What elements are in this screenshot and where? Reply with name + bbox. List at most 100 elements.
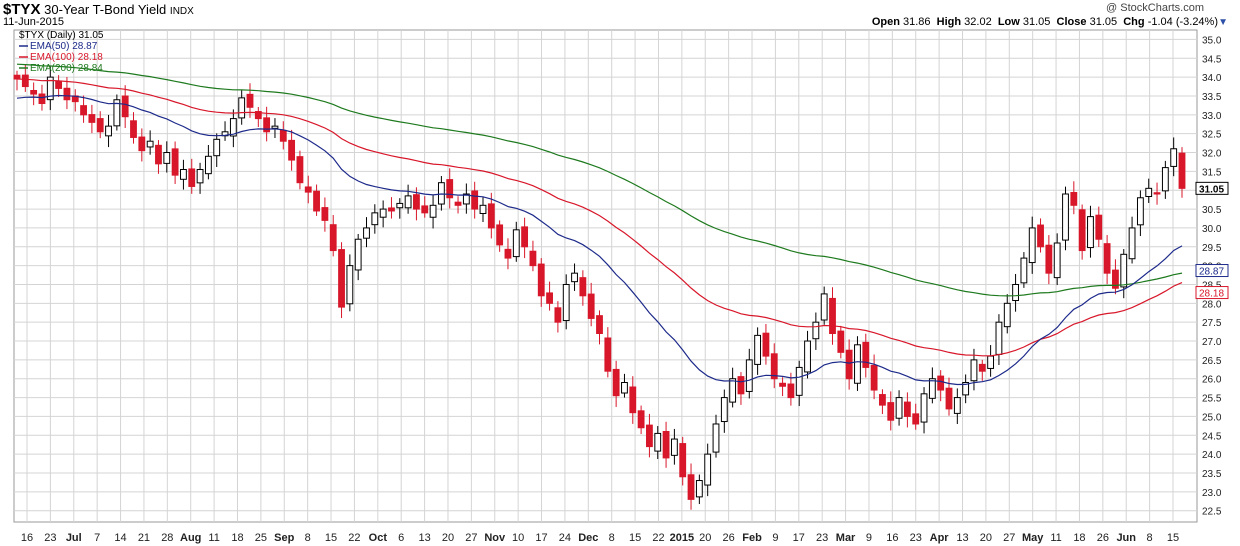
x-tick-label: Sep — [274, 532, 294, 544]
x-tick-label: 26 — [723, 532, 735, 544]
x-tick-label: 17 — [535, 532, 547, 544]
y-tick-label: 32.0 — [1202, 149, 1222, 160]
candle-body — [21, 74, 29, 88]
candle-body — [263, 117, 271, 133]
x-tick-label: 16 — [21, 532, 33, 544]
y-tick-label: 33.0 — [1202, 111, 1222, 122]
candle-body — [429, 204, 437, 218]
candle-body — [862, 341, 870, 368]
candle-body — [787, 383, 795, 399]
legend: $TYX (Daily) 31.05EMA(50) 28.87EMA(100) … — [19, 30, 104, 74]
candle-body — [1145, 187, 1153, 197]
candle-body — [404, 195, 412, 209]
candle-body — [238, 97, 246, 119]
y-tick-label: 25.0 — [1202, 412, 1222, 423]
candle-body — [762, 332, 770, 357]
y-tick-label: 29.5 — [1202, 243, 1222, 254]
x-tick-label: 27 — [465, 532, 477, 544]
y-tick-label: 30.0 — [1202, 224, 1222, 235]
candle-body — [1053, 242, 1061, 279]
candle-body — [820, 293, 828, 321]
legend-entry: EMA(100) 28.18 — [30, 52, 103, 63]
candle-body — [487, 203, 495, 229]
x-tick-label: 18 — [1073, 532, 1085, 544]
y-tick-label: 34.5 — [1202, 54, 1222, 65]
candle-body — [879, 394, 886, 406]
candle-body — [978, 363, 986, 372]
candle-body — [521, 226, 529, 248]
x-tick-label: 15 — [325, 532, 337, 544]
candle-body — [604, 337, 612, 372]
x-tick-label: 17 — [793, 532, 805, 544]
y-tick-label: 26.5 — [1202, 356, 1222, 367]
candle-body — [712, 423, 720, 453]
candle-body — [1037, 224, 1044, 248]
candle-body — [579, 277, 587, 297]
candle-body — [745, 359, 753, 392]
x-tick-label: Mar — [836, 532, 856, 544]
y-tick-label: 30.5 — [1202, 205, 1222, 216]
x-tick-label: 11 — [208, 532, 219, 544]
x-tick-label: 23 — [816, 532, 828, 544]
candle-body — [1161, 167, 1169, 192]
candle-body — [1120, 253, 1128, 288]
candle-body — [63, 87, 71, 101]
candle-body — [1153, 192, 1161, 195]
candle-body — [279, 129, 287, 142]
candle-body — [38, 93, 46, 105]
x-tick-label: 24 — [559, 532, 571, 544]
candle-body — [1028, 227, 1036, 264]
x-tick-label: Nov — [484, 532, 506, 544]
candle-body — [1087, 216, 1094, 249]
x-tick-label: 10 — [512, 532, 524, 544]
price-chart: 35.034.534.033.533.032.532.031.531.030.5… — [13, 29, 1229, 544]
candle-body — [180, 168, 187, 180]
x-tick-label: Oct — [369, 532, 388, 544]
plot-area — [13, 29, 1198, 523]
candle-body — [388, 207, 395, 212]
candle-body — [571, 272, 578, 283]
x-tick-label: 13 — [418, 532, 430, 544]
candle-body — [379, 208, 387, 218]
y-tick-label: 26.0 — [1202, 375, 1222, 386]
candle-body — [196, 168, 204, 184]
candle-body — [1170, 148, 1178, 167]
candle-body — [1103, 243, 1111, 274]
x-tick-label: 8 — [609, 532, 615, 544]
x-tick-label: 15 — [1167, 532, 1179, 544]
y-tick-label: 23.0 — [1202, 488, 1222, 499]
last-value-label: 28.87 — [1199, 267, 1224, 278]
candle-body — [737, 376, 745, 395]
x-tick-label: Aug — [180, 532, 201, 544]
candle-body — [171, 148, 179, 176]
x-tick-label: 9 — [866, 532, 872, 544]
x-tick-label: 20 — [699, 532, 711, 544]
candle-body — [512, 229, 520, 258]
candle-body — [654, 432, 662, 452]
candle-body — [296, 156, 304, 184]
candle-body — [146, 140, 154, 148]
candle-body — [130, 120, 137, 138]
candle-body — [895, 397, 903, 419]
candle-body — [1062, 193, 1069, 241]
candle-body — [845, 349, 853, 380]
y-tick-label: 33.5 — [1202, 92, 1222, 103]
candle-body — [479, 204, 487, 215]
y-tick-label: 32.5 — [1202, 130, 1222, 141]
candle-body — [537, 263, 545, 297]
candle-body — [829, 297, 836, 334]
candle-body — [496, 224, 504, 246]
x-tick-label: 22 — [652, 532, 664, 544]
x-tick-label: 25 — [255, 532, 267, 544]
candle-body — [288, 139, 296, 161]
candle-body — [670, 438, 678, 456]
candle-body — [529, 250, 537, 267]
candle-body — [695, 480, 703, 498]
candle-body — [346, 265, 354, 305]
x-tick-label: 26 — [1097, 532, 1109, 544]
y-tick-label: 34.0 — [1202, 73, 1222, 84]
x-tick-label: 9 — [772, 532, 778, 544]
candle-body — [338, 249, 345, 308]
candle-body — [1070, 192, 1078, 206]
candle-body — [587, 293, 595, 319]
